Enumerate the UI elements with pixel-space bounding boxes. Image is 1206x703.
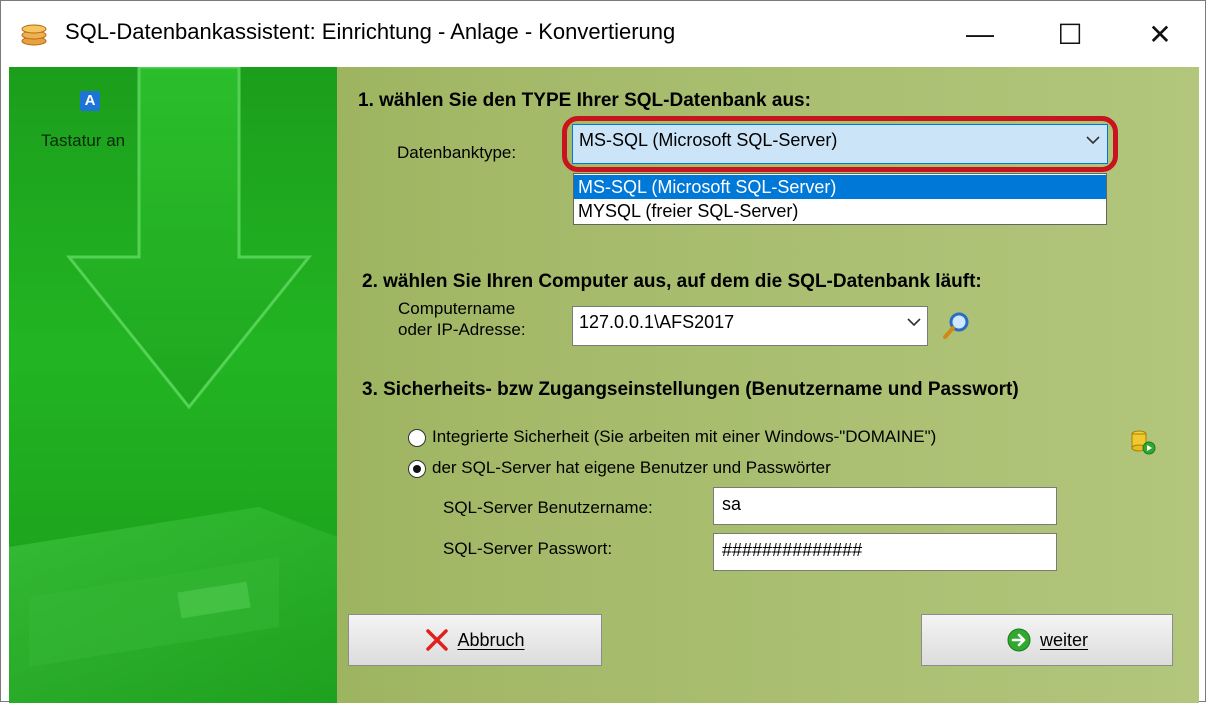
title-bar[interactable]: SQL-Datenbankassistent: Einrichtung - An… <box>1 1 1205 67</box>
next-button[interactable]: weiter <box>921 614 1173 666</box>
cancel-button-label: Abbruch <box>457 629 525 650</box>
window-title: SQL-Datenbankassistent: Einrichtung - An… <box>65 19 676 44</box>
step1-heading: 1. wählen Sie den TYPE Ihrer SQL-Datenba… <box>358 90 811 111</box>
username-input[interactable]: sa <box>713 487 1057 525</box>
username-label: SQL-Server Benutzername: <box>443 498 653 517</box>
keyboard-toggle-icon[interactable]: A <box>80 91 100 111</box>
password-label: SQL-Server Passwort: <box>443 539 613 558</box>
next-button-label: weiter <box>1039 629 1088 650</box>
computername-label: Computername <box>398 299 516 318</box>
cancel-button[interactable]: Abbruch <box>348 614 602 666</box>
maximize-button[interactable]: ☐ <box>1025 1 1115 67</box>
minimize-button[interactable]: — <box>935 1 1025 67</box>
sidebar-panel: A Tastatur an <box>9 67 337 703</box>
password-input[interactable]: ############## <box>713 533 1057 571</box>
dropdown-option-mssql[interactable]: MS-SQL (Microsoft SQL-Server) <box>574 175 1106 199</box>
step3-heading: 3. Sicherheits- bzw Zugangseinstellungen… <box>362 379 1019 400</box>
chevron-down-icon[interactable] <box>905 313 923 331</box>
close-button[interactable]: ✕ <box>1115 1 1205 67</box>
server-host-select[interactable]: 127.0.0.1\AFS2017 <box>572 306 928 346</box>
radio-sql-server-auth-label[interactable]: der SQL-Server hat eigene Benutzer und P… <box>432 458 831 478</box>
db-type-dropdown-list: MS-SQL (Microsoft SQL-Server) MYSQL (fre… <box>573 173 1107 225</box>
database-coins-icon <box>21 24 47 46</box>
database-play-icon[interactable] <box>1130 429 1156 455</box>
download-arrow-illustration <box>9 67 337 703</box>
radio-sql-server-auth[interactable] <box>408 460 426 478</box>
radio-integrated-security[interactable] <box>408 429 426 447</box>
red-x-icon <box>426 629 449 651</box>
radio-integrated-security-label[interactable]: Integrierte Sicherheit (Sie arbeiten mit… <box>432 427 936 447</box>
sql-wizard-window: SQL-Datenbankassistent: Einrichtung - An… <box>0 0 1206 703</box>
step2-heading: 2. wählen Sie Ihren Computer aus, auf de… <box>362 271 982 292</box>
search-icon[interactable] <box>941 311 971 341</box>
keyboard-toggle-label[interactable]: Tastatur an <box>41 131 125 151</box>
ip-address-label: oder IP-Adresse: <box>398 320 526 339</box>
db-type-label: Datenbanktype: <box>397 143 517 162</box>
wizard-client-area: A Tastatur an 1. wählen Sie den TYPE Ihr… <box>9 67 1199 703</box>
server-host-value: 127.0.0.1\AFS2017 <box>579 312 735 332</box>
highlight-outline <box>562 116 1118 172</box>
dropdown-option-mysql[interactable]: MYSQL (freier SQL-Server) <box>574 199 1106 223</box>
green-arrow-right-icon <box>1007 628 1031 652</box>
